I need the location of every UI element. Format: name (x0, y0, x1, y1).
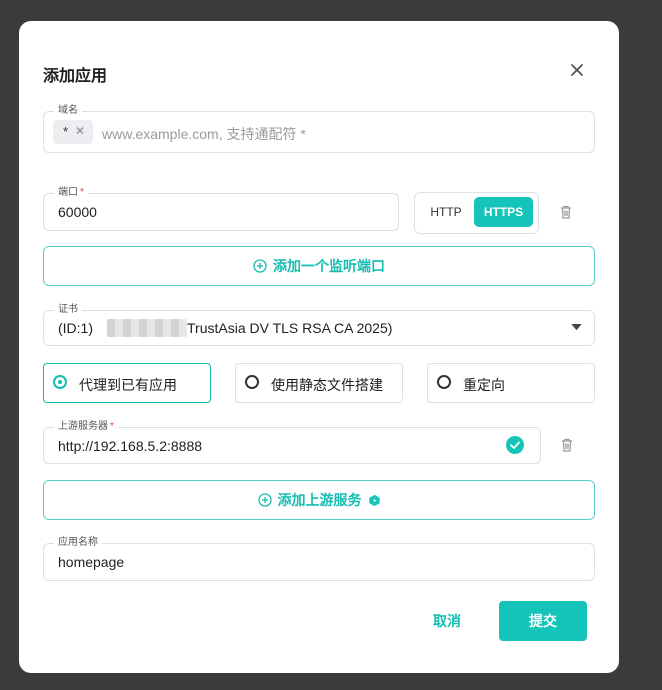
delete-port-trash-icon[interactable] (558, 204, 574, 220)
check-circle-icon (506, 436, 524, 454)
mode-option-redirect[interactable]: 重定向 (427, 363, 595, 403)
add-listen-port-button[interactable]: 添加一个监听端口 (43, 246, 595, 286)
radio-unselected-icon (437, 375, 451, 389)
delete-upstream-trash-icon[interactable] (559, 437, 575, 453)
domain-input-placeholder[interactable]: www.example.com, 支持通配符 * (102, 124, 306, 144)
domain-field[interactable]: 域名 * ✕ www.example.com, 支持通配符 * (43, 104, 595, 153)
protocol-http-button[interactable]: HTTP (421, 197, 471, 227)
add-upstream-button[interactable]: 添加上游服务 (43, 480, 595, 520)
domain-chip: * ✕ (53, 120, 93, 144)
radio-selected-icon (53, 375, 67, 389)
add-app-dialog: 添加应用 域名 * ✕ www.example.com, 支持通配符 * 端口 *… (19, 21, 619, 673)
mode-option-static[interactable]: 使用静态文件搭建 (235, 363, 403, 403)
app-name-label: 应用名称 (54, 536, 102, 550)
add-listen-port-label: 添加一个监听端口 (273, 258, 385, 274)
close-icon[interactable] (568, 61, 586, 79)
dialog-title: 添加应用 (43, 68, 108, 85)
app-name-field[interactable]: 应用名称 homepage (43, 536, 595, 581)
pro-badge-icon (368, 494, 380, 506)
certificate-label: 证书 (54, 303, 82, 317)
certificate-value-suffix: TrustAsia DV TLS RSA CA 2025) (187, 320, 393, 336)
mode-option-proxy[interactable]: 代理到已有应用 (43, 363, 211, 403)
plus-circle-icon (253, 259, 267, 273)
protocol-https-button[interactable]: HTTPS (474, 197, 533, 227)
protocol-toggle: HTTP HTTPS (414, 192, 539, 234)
redacted-blur (107, 319, 187, 337)
mode-option-label: 使用静态文件搭建 (271, 377, 383, 393)
domain-label: 域名 (54, 104, 82, 118)
add-upstream-label: 添加上游服务 (277, 492, 362, 508)
plus-circle-icon (257, 493, 272, 507)
radio-unselected-icon (245, 375, 259, 389)
mode-option-label: 重定向 (463, 377, 505, 393)
domain-chip-text: * (63, 124, 69, 139)
upstream-label: 上游服务器 * (54, 420, 118, 434)
port-field[interactable]: 端口 * 60000 (43, 186, 399, 231)
submit-button[interactable]: 提交 (499, 601, 587, 641)
mode-option-label: 代理到已有应用 (79, 377, 177, 393)
certificate-value-prefix: (ID:1) (58, 320, 93, 336)
caret-down-icon[interactable] (571, 324, 582, 331)
cancel-button[interactable]: 取消 (412, 601, 482, 641)
port-label: 端口 * (54, 186, 88, 200)
chip-remove-icon[interactable]: ✕ (75, 124, 85, 138)
port-value[interactable]: 60000 (58, 204, 97, 220)
upstream-value[interactable]: http://192.168.5.2:8888 (58, 438, 202, 454)
upstream-field[interactable]: 上游服务器 * http://192.168.5.2:8888 (43, 420, 541, 464)
certificate-select[interactable]: 证书 (ID:1) TrustAsia DV TLS RSA CA 2025) (43, 303, 595, 346)
app-name-value[interactable]: homepage (58, 554, 124, 570)
